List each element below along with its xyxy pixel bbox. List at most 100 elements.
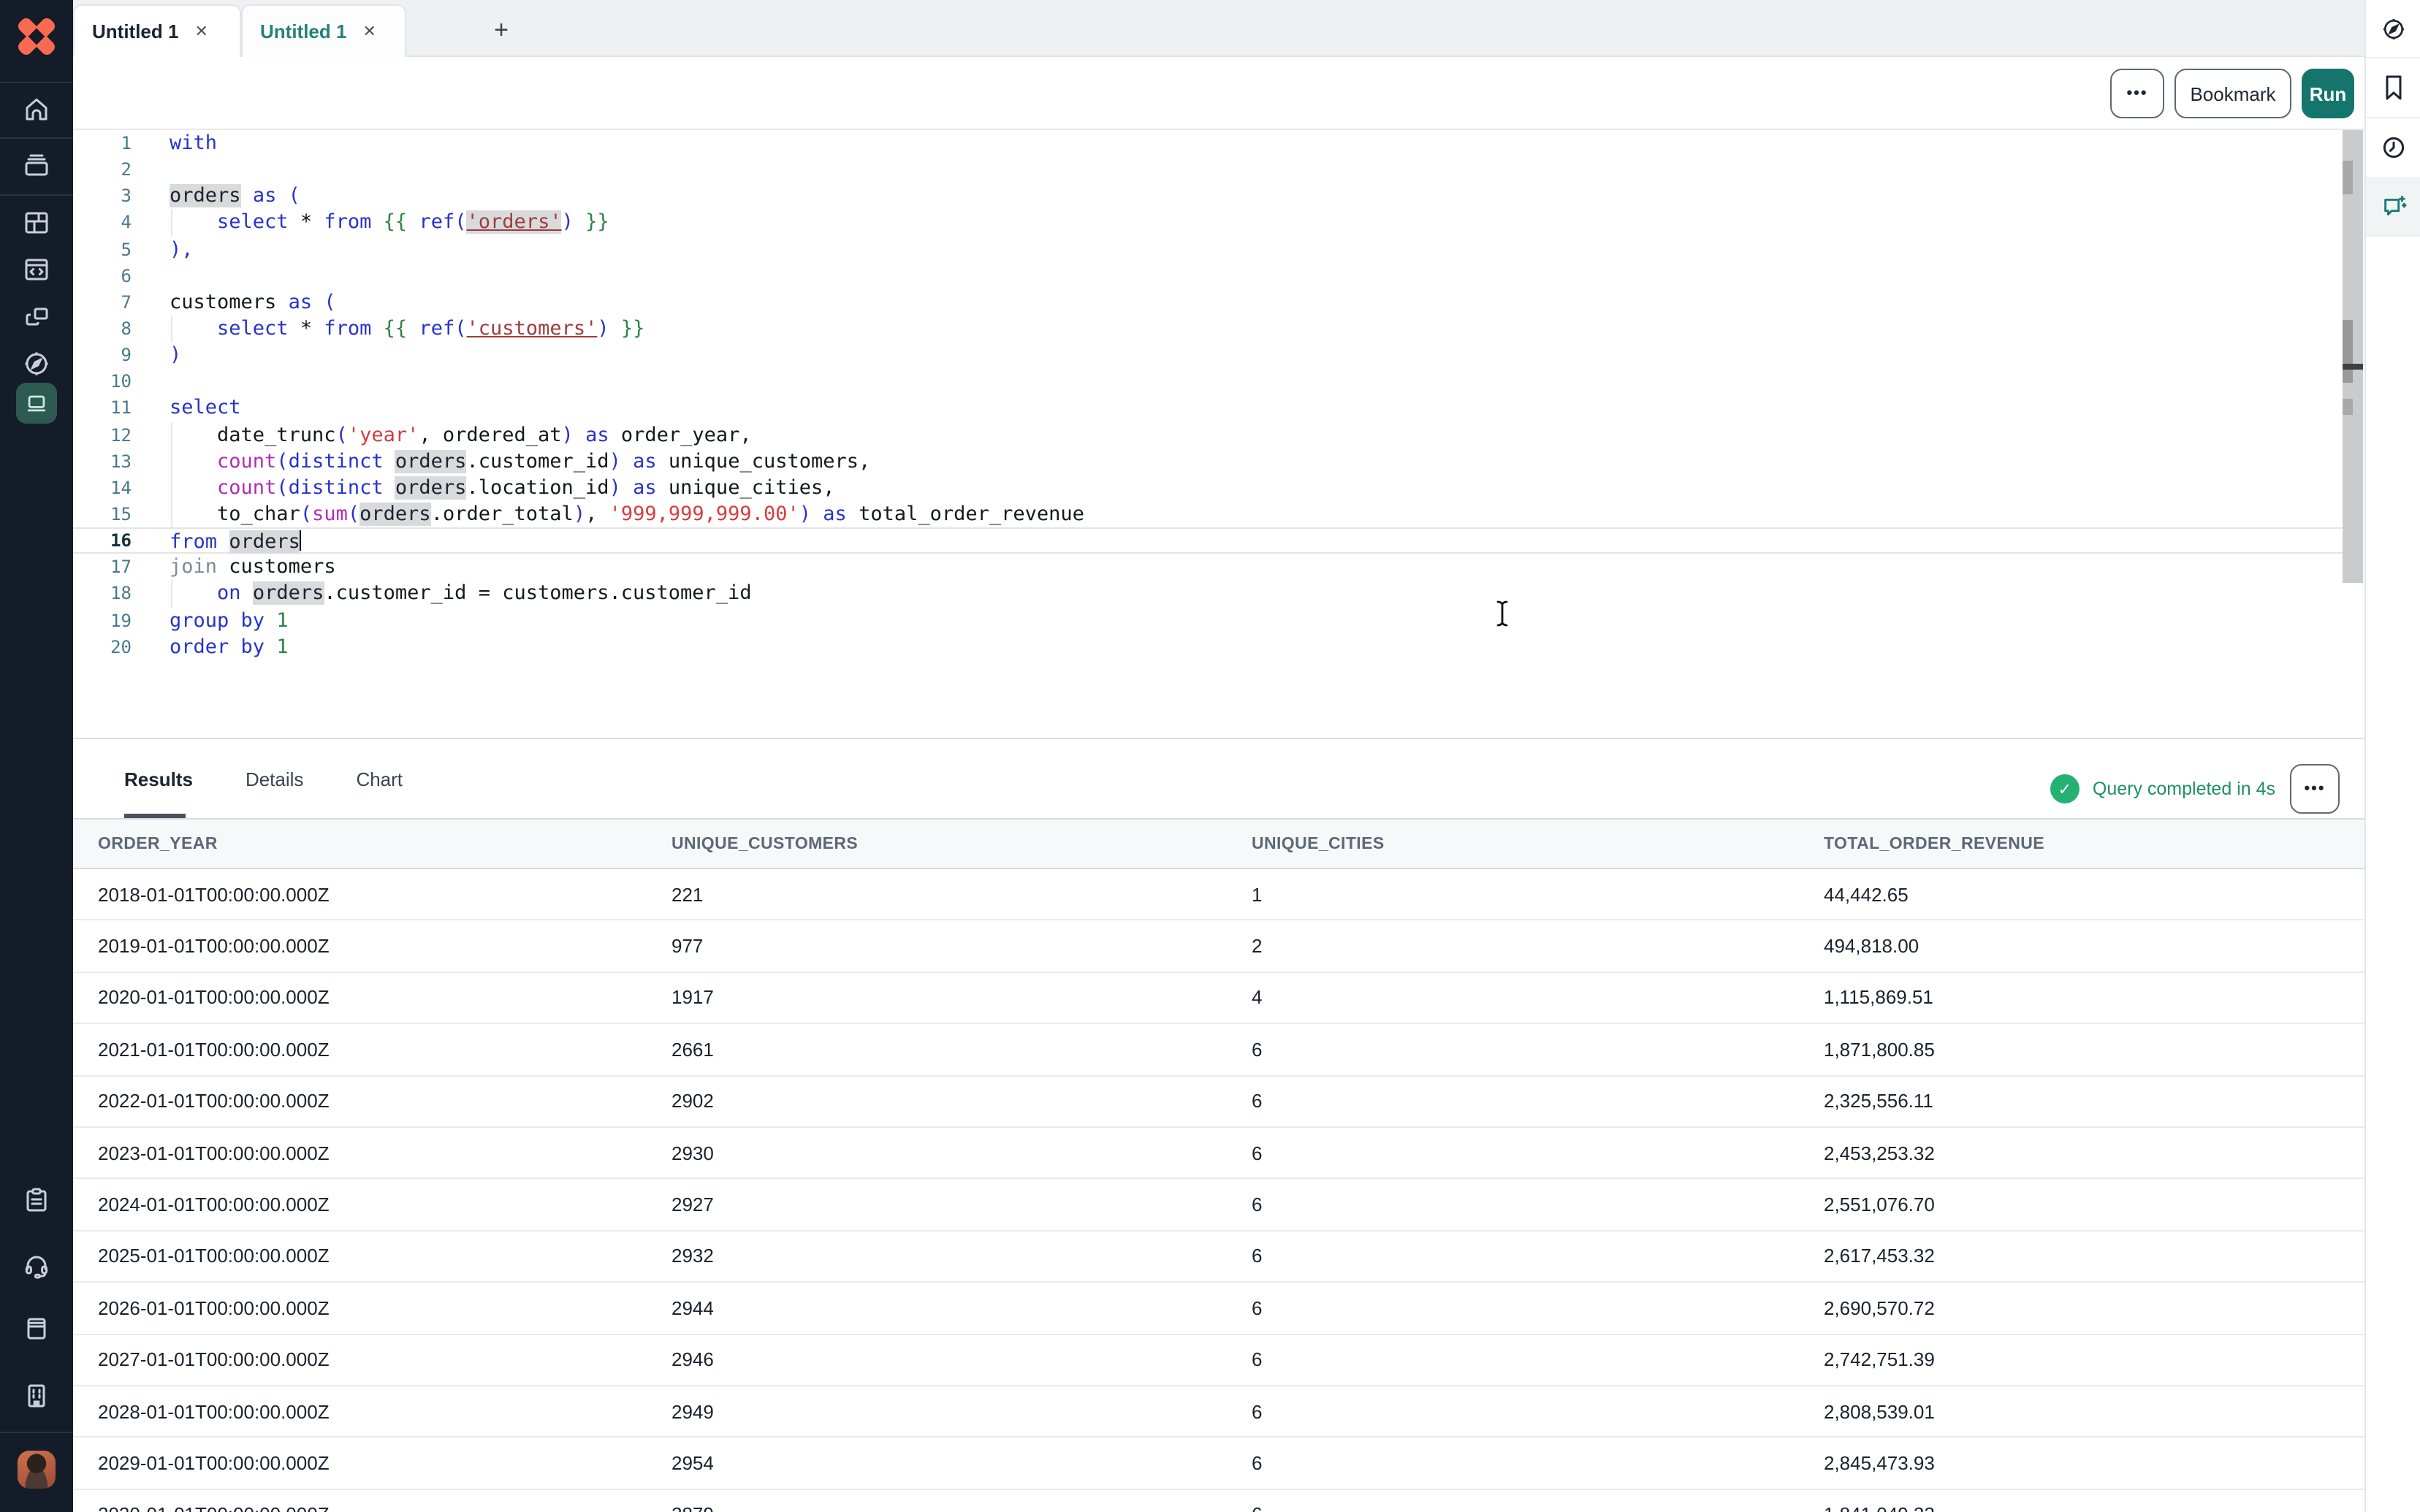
code-window-icon[interactable] (0, 247, 73, 291)
token-id (621, 476, 633, 500)
code-line[interactable]: 9) (73, 342, 2343, 368)
tab-untitled-1-active[interactable]: Untitled 1 ✕ (73, 4, 241, 57)
token-paren: ) (597, 317, 609, 340)
column-header[interactable]: UNIQUE_CITIES (1252, 835, 1824, 852)
token-paren: ( (454, 211, 466, 234)
table-cell: 2927 (671, 1194, 1252, 1215)
user-avatar[interactable] (18, 1451, 56, 1489)
code-line[interactable]: 3orders as ( (73, 183, 2343, 210)
code-line[interactable]: 20order by 1 (73, 633, 2343, 660)
results-tab-bar: Results Details Chart ✓ Query completed … (73, 738, 2364, 818)
table-cell: 4 (1252, 987, 1824, 1009)
more-options-button[interactable]: ••• (2110, 69, 2164, 118)
table-cell: 494,818.00 (1824, 935, 2364, 957)
tab-results[interactable]: Results (124, 768, 193, 790)
token-id: customers (217, 556, 336, 579)
explore-compass-icon[interactable] (0, 342, 73, 386)
table-cell: 6 (1252, 1452, 1824, 1474)
code-line[interactable]: 16from orders (73, 527, 2343, 554)
multi-window-icon[interactable] (0, 295, 73, 339)
ai-chat-sparkle-icon[interactable] (2366, 177, 2420, 235)
code-line[interactable]: 17join customers (73, 554, 2343, 581)
close-icon[interactable]: ✕ (194, 22, 208, 41)
collections-icon[interactable] (0, 143, 73, 187)
table-cell: 2018-01-01T00:00:00.000Z (98, 883, 671, 905)
code-line[interactable]: 2 (73, 156, 2343, 183)
results-more-button[interactable]: ••• (2290, 764, 2340, 814)
table-cell: 1917 (671, 987, 1252, 1009)
token-kw: distinct (289, 449, 384, 473)
line-number: 18 (73, 581, 132, 607)
home-icon[interactable] (0, 88, 73, 131)
organization-building-icon[interactable] (0, 1373, 73, 1417)
code-line[interactable]: 14count(distinct orders.location_id) as … (73, 475, 2343, 501)
code-text: from orders (170, 527, 302, 555)
token-id (407, 211, 419, 234)
code-line[interactable]: 4select * from {{ ref('orders') }} (73, 210, 2343, 236)
tab-details[interactable]: Details (246, 768, 304, 790)
token-paren: ( (312, 291, 336, 314)
support-headset-icon[interactable] (0, 1243, 73, 1287)
token-id: * (289, 317, 324, 340)
code-text: count(distinct orders.customer_id) as un… (170, 448, 870, 474)
code-text: ), (170, 236, 194, 262)
table-cell: 2944 (671, 1297, 1252, 1319)
divider (0, 194, 73, 196)
indent-guide (171, 475, 172, 501)
code-line[interactable]: 1with (73, 130, 2343, 156)
bookmark-icon[interactable] (2366, 58, 2420, 117)
code-text: on orders.customer_id = customers.custom… (170, 581, 752, 607)
column-header[interactable]: TOTAL_ORDER_REVENUE (1824, 835, 2364, 852)
new-tab-button[interactable]: + (479, 4, 523, 57)
status-text: Query completed in 4s (2093, 779, 2275, 799)
token-kw: ref (419, 211, 454, 234)
table-cell: 6 (1252, 1142, 1824, 1164)
line-number: 2 (73, 156, 132, 183)
table-row: 2027-01-01T00:00:00.000Z294662,742,751.3… (73, 1335, 2364, 1386)
token-id: unique_cities, (657, 476, 835, 500)
token-paren: ( (276, 185, 300, 208)
cell-toolbar: ••• Bookmark Run (73, 57, 2364, 130)
compass-icon[interactable] (2366, 0, 2420, 58)
code-line[interactable]: 15to_char(sum(orders.order_total), '999,… (73, 501, 2343, 527)
table-cell: 2019-01-01T00:00:00.000Z (98, 935, 671, 957)
apps-grid-icon[interactable] (0, 200, 73, 244)
hex-logo[interactable] (0, 0, 73, 73)
code-line[interactable]: 13count(distinct orders.customer_id) as … (73, 448, 2343, 474)
clipboard-icon[interactable] (0, 1177, 73, 1221)
token-id: total_order_revenue (847, 503, 1084, 526)
bookmark-button[interactable]: Bookmark (2174, 69, 2291, 118)
tab-untitled-1[interactable]: Untitled 1 ✕ (241, 4, 406, 57)
table-row: 2022-01-01T00:00:00.000Z290262,325,556.1… (73, 1076, 2364, 1128)
code-line[interactable]: 8select * from {{ ref('customers') }} (73, 316, 2343, 342)
code-line[interactable]: 10 (73, 369, 2343, 395)
token-id: .customer_id (466, 449, 609, 473)
tab-chart[interactable]: Chart (356, 768, 403, 790)
notebook-view-active[interactable] (16, 383, 57, 424)
run-button[interactable]: Run (2302, 69, 2354, 118)
token-kw: distinct (289, 476, 384, 500)
column-header[interactable]: UNIQUE_CUSTOMERS (671, 835, 1252, 852)
column-header[interactable]: ORDER_YEAR (98, 835, 671, 852)
code-line[interactable]: 18 on orders.customer_id = customers.cust… (73, 581, 2343, 607)
close-icon[interactable]: ✕ (362, 22, 376, 41)
table-cell: 2024-01-01T00:00:00.000Z (98, 1194, 671, 1215)
table-cell: 2,742,751.39 (1824, 1348, 2364, 1370)
line-number: 3 (73, 183, 132, 210)
scrollbar-thumb[interactable] (2343, 319, 2353, 382)
code-line[interactable]: 11select (73, 395, 2343, 421)
code-line[interactable]: 12date_trunc('year', ordered_at) as orde… (73, 421, 2343, 448)
token-id: order_year, (609, 423, 752, 446)
code-text: select * from {{ ref('customers') }} (170, 316, 644, 342)
code-line[interactable]: 6 (73, 262, 2343, 289)
code-line[interactable]: 19group by 1 (73, 607, 2343, 633)
token-id (265, 635, 276, 658)
token-num: 1 (276, 635, 288, 658)
code-line[interactable]: 7customers as ( (73, 289, 2343, 316)
history-clock-icon[interactable] (2366, 118, 2420, 177)
token-paren: ( (454, 317, 466, 340)
code-line[interactable]: 5), (73, 236, 2343, 262)
editor-scrollbar[interactable] (2343, 130, 2363, 583)
sql-editor[interactable]: 1with23orders as (4select * from {{ ref(… (73, 130, 2364, 738)
docs-book-icon[interactable] (0, 1306, 73, 1350)
